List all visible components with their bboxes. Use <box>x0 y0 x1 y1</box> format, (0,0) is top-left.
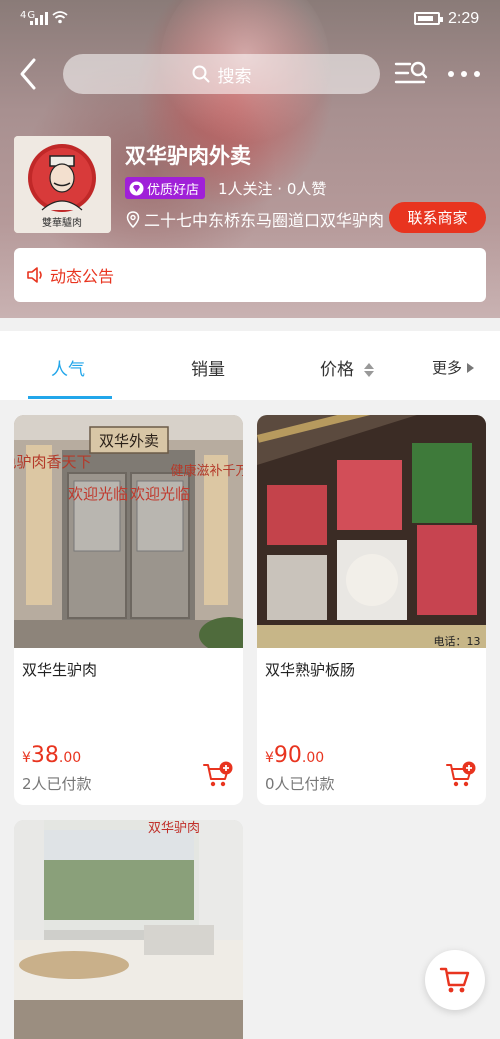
shopping-cart-icon <box>439 967 470 993</box>
product-image: 电话：13 <box>257 415 486 648</box>
add-to-cart-icon[interactable] <box>446 761 476 789</box>
product-card[interactable]: 电话：13 双华熟驴板肠 ¥90.00 0人已付款 <box>257 415 486 805</box>
product-image: 双华驴肉 <box>14 820 243 1039</box>
battery-icon <box>414 12 443 25</box>
search-placeholder: 搜索 <box>217 66 252 87</box>
speaker-icon <box>27 267 42 283</box>
wifi-icon <box>52 11 68 24</box>
address-text: 二十七中东桥东马圈道口双华驴肉 <box>144 211 384 230</box>
svg-text:双华外卖: 双华外卖 <box>99 432 159 450</box>
announcement-bar[interactable]: 动态公告 <box>14 248 486 302</box>
svg-text:雙華驢肉: 雙華驢肉 <box>42 216 82 229</box>
product-title: 双华熟驴板肠 <box>265 661 356 679</box>
floating-cart-button[interactable] <box>425 950 485 1010</box>
tab-popularity[interactable]: 人气 <box>51 355 85 380</box>
status-bar: 4G 2:29 <box>0 0 500 40</box>
tab-more[interactable]: 更多 <box>432 357 475 378</box>
quality-badge: 优质好店 <box>125 177 206 199</box>
play-right-icon <box>467 362 475 373</box>
svg-text:绿色驴肉香天下: 绿色驴肉香天下 <box>14 453 92 471</box>
search-icon <box>192 65 209 83</box>
product-price: ¥90.00 <box>265 743 325 768</box>
location-icon <box>126 210 140 228</box>
product-image: 双华外卖 绿色驴肉香天下 欢迎光临 欢迎光临 健康滋补千万家 <box>14 415 243 648</box>
svg-text:双华驴肉: 双华驴肉 <box>148 820 200 836</box>
svg-text:电话：13: 电话：13 <box>434 635 481 648</box>
tab-more-label: 更多 <box>432 359 463 377</box>
more-options-icon[interactable] <box>448 64 488 84</box>
product-card[interactable]: 双华外卖 绿色驴肉香天下 欢迎光临 欢迎光临 健康滋补千万家 双华生驴肉 ¥38… <box>14 415 243 805</box>
store-stats: 1人关注 · 0人赞 <box>218 180 327 198</box>
add-to-cart-icon[interactable] <box>203 761 233 789</box>
sort-tabs: 人气 销量 价格 更多 <box>0 331 500 400</box>
back-icon[interactable] <box>14 56 44 92</box>
contact-merchant-button[interactable]: 联系商家 <box>389 202 486 233</box>
paid-count: 0人已付款 <box>265 775 335 793</box>
svg-text:健康滋补千万家: 健康滋补千万家 <box>170 463 243 479</box>
store-name: 双华驴肉外卖 <box>125 144 251 168</box>
tab-price[interactable]: 价格 <box>320 355 375 380</box>
product-card[interactable]: 双华驴肉 <box>14 820 243 1039</box>
diamond-icon <box>129 181 144 195</box>
store-logo: 雙華驢肉 <box>14 136 111 233</box>
category-search-icon[interactable] <box>394 58 428 90</box>
paid-count: 2人已付款 <box>22 775 92 793</box>
signal-icon <box>30 11 48 25</box>
sort-arrows-icon <box>364 363 375 377</box>
badge-label: 优质好店 <box>147 182 200 198</box>
tab-price-label: 价格 <box>320 360 354 380</box>
search-bar[interactable]: 搜索 <box>63 54 380 94</box>
product-title: 双华生驴肉 <box>22 661 98 679</box>
svg-text:欢迎光临: 欢迎光临 <box>130 485 190 503</box>
tab-sales[interactable]: 销量 <box>191 355 225 380</box>
active-tab-indicator <box>28 396 112 399</box>
announcement-label: 动态公告 <box>50 267 115 286</box>
svg-text:欢迎光临: 欢迎光临 <box>68 485 128 503</box>
product-price: ¥38.00 <box>22 743 82 768</box>
store-address[interactable]: 二十七中东桥东马圈道口双华驴肉 <box>126 207 384 231</box>
clock: 2:29 <box>448 10 480 27</box>
